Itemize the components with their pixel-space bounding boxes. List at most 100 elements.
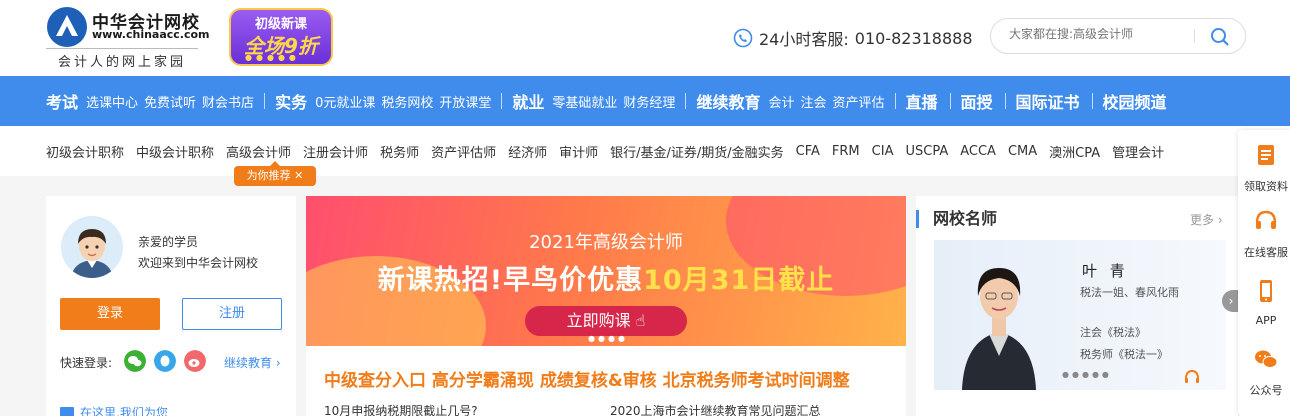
teacher-section-title: 网校名师	[916, 210, 997, 228]
news-headline[interactable]: 中级查分入口 高分学霸涌现 成绩复核&审核 北京税务师考试时间调整	[324, 366, 850, 391]
nav-item[interactable]: 注会	[800, 92, 826, 111]
nav-group-continuing-edu[interactable]: 继续教育	[696, 89, 760, 113]
sidebar-item-official-account[interactable]: 公众号	[1238, 346, 1290, 398]
nav-item[interactable]: 资产评估	[832, 92, 884, 111]
subnav-item[interactable]: CFA	[796, 144, 820, 159]
subnav-item[interactable]: ACCA	[960, 144, 996, 159]
user-panel: 亲爱的学员 欢迎来到中华会计网校 登录 注册 快速登录: 继续教育 › 在这里,…	[46, 196, 296, 416]
subnav-item[interactable]: USCPA	[905, 144, 948, 159]
sidebar-item-materials[interactable]: 领取资料	[1238, 142, 1290, 194]
teacher-tagline: 税法一姐、春风化雨	[1080, 286, 1179, 299]
subnav-item[interactable]: 资产评估师	[431, 142, 496, 161]
banner-headline-a: 新课热招!早鸟价优惠	[377, 265, 644, 296]
greeting-line1: 亲爱的学员	[138, 235, 199, 249]
message-icon	[60, 407, 74, 416]
welcome-note-text: 在这里,我们为您	[80, 406, 168, 416]
weibo-login-icon[interactable]	[184, 350, 206, 372]
nav-item[interactable]: 财务经理	[623, 92, 675, 111]
buy-now-label: 立即购课	[566, 311, 631, 330]
carousel-dots[interactable]: ●●●●	[588, 334, 628, 343]
quick-login-label: 快速登录:	[60, 356, 113, 370]
nav-group-employment[interactable]: 就业	[512, 89, 544, 113]
subnav-item[interactable]: CIA	[872, 144, 894, 159]
nav-group-intl-cert[interactable]: 国际证书	[1016, 89, 1080, 113]
teacher-more-link[interactable]: 更多 ›	[1190, 211, 1223, 228]
search-icon[interactable]	[1209, 26, 1231, 48]
sidebar-item-app[interactable]: APP	[1238, 278, 1290, 327]
login-button[interactable]: 登录	[60, 298, 160, 330]
recommend-tag[interactable]: 为你推荐 ✕	[234, 161, 316, 186]
wechat-login-icon[interactable]	[124, 350, 146, 372]
nav-divider	[501, 93, 503, 109]
subnav-item[interactable]: CMA	[1008, 144, 1037, 159]
nav-group-exam[interactable]: 考试	[46, 89, 78, 113]
subnav-item[interactable]: 中级会计职称	[136, 142, 214, 161]
banner-title: 2021年高级会计师	[529, 232, 683, 253]
hotline-label: 24小时客服:	[759, 30, 849, 49]
headset-icon	[1255, 210, 1277, 229]
subnav-item[interactable]: FRM	[832, 144, 860, 159]
news-item[interactable]: 10月申报纳税期限截止几号?	[324, 402, 478, 416]
exam-subnav: 初级会计职称 中级会计职称 高级会计师 注册会计师 税务师 资产评估师 经济师 …	[0, 126, 1290, 176]
teacher-panel: 网校名师 更多 › 叶 青 税法一姐、春风化雨 注会《税法》 税务师《税法一》 …	[916, 196, 1238, 416]
nav-item[interactable]: 0元就业课	[315, 92, 375, 111]
promo-dots: ●●●●●	[245, 53, 300, 62]
subnav-item[interactable]: 注册会计师	[303, 142, 368, 161]
buy-now-button[interactable]: 立即购课 ☝	[525, 306, 687, 336]
document-icon	[1258, 145, 1274, 165]
sidebar-item-service[interactable]: 在线客服	[1238, 208, 1290, 260]
brand-url: www.chinaacc.com	[92, 28, 210, 41]
nav-item[interactable]: 财会书店	[202, 92, 254, 111]
pointer-icon: ☝	[635, 311, 646, 330]
hotline-number: 010-82318888	[854, 28, 973, 48]
sidebar-label: 公众号	[1249, 384, 1283, 397]
subnav-item[interactable]: 税务师	[380, 142, 419, 161]
nav-item[interactable]: 开放课堂	[439, 92, 491, 111]
nav-group-campus[interactable]: 校园频道	[1103, 89, 1167, 113]
teacher-course: 注会《税法》	[1080, 326, 1146, 339]
teacher-card[interactable]: 叶 青 税法一姐、春风化雨 注会《税法》 税务师《税法一》 ●●●●●	[934, 240, 1226, 390]
promo-badge[interactable]: 初级新课 全场9折 ●●●●●	[229, 8, 333, 66]
headphones-icon[interactable]	[1184, 368, 1200, 384]
subnav-item[interactable]: 经济师	[508, 142, 547, 161]
phone-icon	[1260, 280, 1272, 302]
teacher-carousel-dots[interactable]: ●●●●●	[1062, 370, 1112, 379]
subnav-item[interactable]: 银行/基金/证券/期货/金融实务	[610, 142, 784, 161]
nav-group-face-to-face[interactable]: 面授	[961, 89, 993, 113]
banner-headline: 新课热招!早鸟价优惠10月31日截止	[306, 258, 906, 297]
nav-divider	[949, 93, 951, 109]
nav-item[interactable]: 会计	[768, 92, 794, 111]
nav-group-live[interactable]: 直播	[906, 89, 938, 113]
teacher-name: 叶 青	[1082, 262, 1129, 280]
floating-sidebar: 领取资料 在线客服 APP 公众号	[1238, 130, 1290, 416]
top-header: 中华会计网校 www.chinaacc.com 会计人的网上家园 初级新课 全场…	[0, 0, 1290, 76]
sidebar-label: APP	[1255, 314, 1277, 327]
nav-item[interactable]: 零基础就业	[552, 92, 617, 111]
wechat-icon	[1255, 350, 1278, 368]
nav-item[interactable]: 税务网校	[381, 92, 433, 111]
brand-slogan: 会计人的网上家园	[46, 48, 198, 70]
subnav-item[interactable]: 初级会计职称	[46, 142, 124, 161]
promo-banner[interactable]: 2021年高级会计师 新课热招!早鸟价优惠10月31日截止 立即购课 ☝ ●●●…	[306, 196, 906, 346]
qq-login-icon[interactable]	[154, 350, 176, 372]
continuing-edu-link[interactable]: 继续教育 ›	[224, 354, 281, 371]
nav-divider	[685, 93, 687, 109]
search-divider	[1194, 29, 1195, 43]
register-button[interactable]: 注册	[182, 298, 282, 330]
subnav-item[interactable]: 高级会计师	[226, 142, 291, 161]
logo-icon[interactable]	[46, 6, 88, 48]
nav-item[interactable]: 选课中心	[86, 92, 138, 111]
nav-divider	[264, 93, 266, 109]
subnav-item[interactable]: 管理会计	[1112, 142, 1164, 161]
nav-item[interactable]: 免费试听	[144, 92, 196, 111]
avatar	[61, 216, 123, 278]
subnav-item[interactable]: 澳洲CPA	[1049, 142, 1100, 161]
nav-divider	[1004, 93, 1006, 109]
teacher-course: 税务师《税法一》	[1080, 348, 1168, 361]
welcome-note[interactable]: 在这里,我们为您	[60, 404, 168, 416]
news-item[interactable]: 2020上海市会计继续教育常见问题汇总	[610, 402, 821, 416]
search-input[interactable]	[1009, 27, 1179, 41]
nav-group-practice[interactable]: 实务	[275, 89, 307, 113]
subnav-item[interactable]: 审计师	[559, 142, 598, 161]
sidebar-label: 在线客服	[1244, 246, 1288, 259]
